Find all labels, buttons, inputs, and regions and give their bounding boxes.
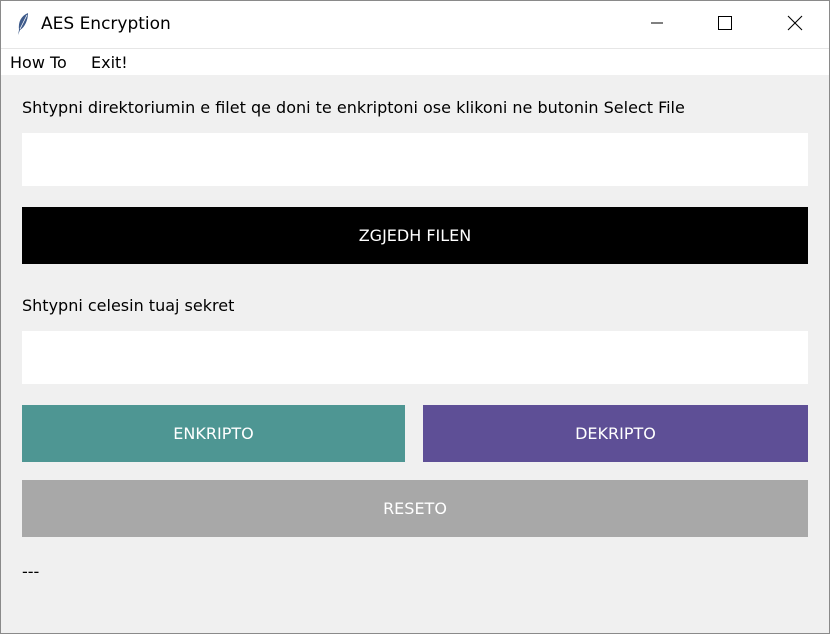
menu-exit[interactable]: Exit!	[91, 53, 128, 72]
decrypt-button[interactable]: DEKRIPTO	[423, 405, 808, 462]
encrypt-button[interactable]: ENKRIPTO	[22, 405, 405, 462]
menu-bar: How To Exit!	[1, 48, 829, 75]
reset-button[interactable]: RESETO	[22, 480, 808, 537]
file-path-input[interactable]	[22, 133, 808, 186]
select-file-button[interactable]: ZGJEDH FILEN	[22, 207, 808, 264]
minimize-icon	[650, 15, 664, 34]
secret-key-input[interactable]	[22, 331, 808, 384]
secret-key-label: Shtypni celesin tuaj sekret	[22, 296, 235, 315]
status-text: ---	[22, 562, 40, 581]
maximize-button[interactable]	[690, 1, 760, 48]
close-icon	[787, 15, 803, 35]
maximize-icon	[717, 15, 733, 35]
title-bar[interactable]: AES Encryption	[1, 1, 829, 48]
app-window: AES Encryption How To Exit! Shtypni dire…	[0, 0, 830, 634]
menu-how-to[interactable]: How To	[10, 53, 67, 72]
window-title: AES Encryption	[41, 14, 171, 34]
feather-icon	[15, 12, 31, 36]
close-button[interactable]	[760, 1, 829, 48]
minimize-button[interactable]	[622, 1, 692, 48]
file-path-label: Shtypni direktoriumin e filet qe doni te…	[22, 98, 685, 117]
